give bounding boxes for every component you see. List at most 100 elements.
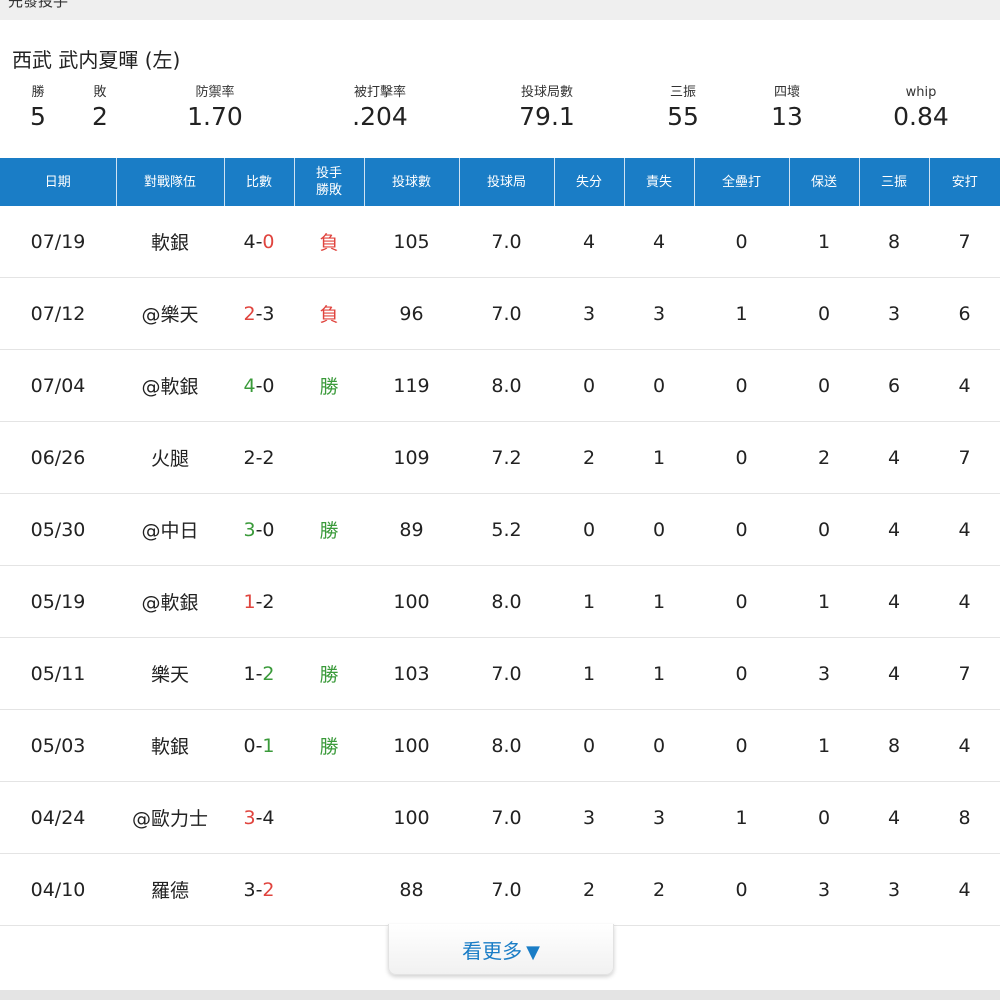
- cell-walks: 0: [789, 277, 859, 350]
- cell-innings: 5.2: [459, 493, 554, 566]
- table-row: 05/30 @中日 3-0 勝 89 5.2 0 0 0 0 4 4: [0, 493, 1000, 566]
- stat-label: 防禦率: [195, 85, 235, 100]
- table-row: 05/03 軟銀 0-1 勝 100 8.0 0 0 0 1 8 4: [0, 709, 1000, 782]
- cell-walks: 1: [789, 709, 859, 782]
- cell-opponent: 軟銀: [116, 709, 224, 782]
- cell-earned-runs: 3: [624, 781, 694, 854]
- cell-date: 07/19: [0, 206, 116, 278]
- cell-innings: 7.0: [459, 277, 554, 350]
- cell-walks: 1: [789, 206, 859, 278]
- stat-strikeouts: 三振 55: [648, 84, 718, 132]
- cell-strikeouts: 8: [859, 206, 929, 278]
- cell-date: 07/12: [0, 277, 116, 350]
- cell-strikeouts: 6: [859, 349, 929, 422]
- stat-label: 勝: [31, 85, 45, 100]
- cell-innings: 7.2: [459, 421, 554, 494]
- cell-opponent: @樂天: [116, 277, 224, 350]
- col-innings: 投球局: [459, 158, 555, 206]
- col-opponent: 對戰隊伍: [116, 158, 225, 206]
- cell-hits: 8: [929, 781, 1000, 854]
- cell-opponent: @歐力士: [116, 781, 224, 854]
- cell-walks: 0: [789, 349, 859, 422]
- cell-pitches: 96: [364, 277, 459, 350]
- cell-score: 2-3: [224, 277, 294, 350]
- stat-label: whip: [905, 85, 937, 100]
- cell-walks: 2: [789, 421, 859, 494]
- cell-innings: 7.0: [459, 781, 554, 854]
- cell-walks: 3: [789, 853, 859, 926]
- score-right: 0: [262, 230, 275, 253]
- cell-hits: 4: [929, 493, 1000, 566]
- cell-strikeouts: 4: [859, 637, 929, 710]
- cell-pitches: 119: [364, 349, 459, 422]
- cell-pitches: 105: [364, 206, 459, 278]
- cell-opponent: @軟銀: [116, 565, 224, 638]
- cell-date: 07/04: [0, 349, 116, 422]
- cell-home-runs: 0: [694, 349, 789, 422]
- cell-decision: 勝: [294, 349, 364, 422]
- col-date: 日期: [0, 158, 117, 206]
- cell-walks: 1: [789, 565, 859, 638]
- cell-score: 2-2: [224, 421, 294, 494]
- cell-decision: 負: [294, 206, 364, 278]
- stat-label: 敗: [93, 85, 107, 100]
- cell-opponent: @軟銀: [116, 349, 224, 422]
- section-header: 先發投手: [0, 0, 1000, 20]
- cell-date: 04/24: [0, 781, 116, 854]
- triangle-down-icon: ▼: [526, 942, 540, 963]
- cell-strikeouts: 4: [859, 781, 929, 854]
- section-title: 先發投手: [8, 0, 69, 10]
- cell-innings: 7.0: [459, 637, 554, 710]
- stat-label: 投球局數: [520, 85, 573, 100]
- table-row: 07/12 @樂天 2-3 負 96 7.0 3 3 1 0 3 6: [0, 277, 1000, 350]
- cell-opponent: 樂天: [116, 637, 224, 710]
- cell-score: 3-2: [224, 853, 294, 926]
- cell-home-runs: 1: [694, 277, 789, 350]
- cell-decision: [294, 781, 364, 854]
- table-row: 05/19 @軟銀 1-2 100 8.0 1 1 0 1 4 4: [0, 565, 1000, 638]
- score-left: 0: [243, 734, 256, 757]
- stat-walks: 四壞 13: [752, 84, 822, 132]
- cell-decision: 勝: [294, 637, 364, 710]
- cell-home-runs: 0: [694, 637, 789, 710]
- cell-hits: 4: [929, 565, 1000, 638]
- score-left: 3: [243, 878, 256, 901]
- stat-value: 0.84: [893, 102, 949, 131]
- stat-losses: 敗 2: [86, 84, 114, 132]
- cell-hits: 4: [929, 349, 1000, 422]
- cell-date: 05/19: [0, 565, 116, 638]
- score-right: 1: [262, 734, 275, 757]
- cell-score: 1-2: [224, 637, 294, 710]
- table-row: 07/04 @軟銀 4-0 勝 119 8.0 0 0 0 0 6 4: [0, 349, 1000, 422]
- bottom-divider: [0, 990, 1000, 1000]
- see-more-button[interactable]: 看更多 ▼: [388, 924, 614, 975]
- score-left: 2: [243, 302, 256, 325]
- cell-pitches: 89: [364, 493, 459, 566]
- score-right: 2: [262, 590, 275, 613]
- cell-runs: 2: [554, 421, 624, 494]
- cell-walks: 3: [789, 637, 859, 710]
- stat-wins: 勝 5: [24, 84, 52, 132]
- cell-runs: 0: [554, 709, 624, 782]
- cell-decision: [294, 853, 364, 926]
- cell-decision: 負: [294, 277, 364, 350]
- score-right: 4: [262, 806, 275, 829]
- cell-decision: 勝: [294, 709, 364, 782]
- cell-date: 04/10: [0, 853, 116, 926]
- cell-earned-runs: 0: [624, 349, 694, 422]
- cell-pitches: 103: [364, 637, 459, 710]
- cell-strikeouts: 4: [859, 421, 929, 494]
- cell-earned-runs: 0: [624, 493, 694, 566]
- cell-pitches: 88: [364, 853, 459, 926]
- table-header-row: 日期 對戰隊伍 比數 投手 勝敗 投球數 投球局 失分 責失 全壘打 保送 三振 …: [0, 158, 1000, 206]
- stat-value: 5: [30, 102, 46, 131]
- cell-runs: 0: [554, 349, 624, 422]
- table-row: 05/11 樂天 1-2 勝 103 7.0 1 1 0 3 4 7: [0, 637, 1000, 710]
- col-strikeouts: 三振: [859, 158, 930, 206]
- table-row: 04/24 @歐力士 3-4 100 7.0 3 3 1 0 4 8: [0, 781, 1000, 854]
- cell-home-runs: 0: [694, 565, 789, 638]
- cell-hits: 6: [929, 277, 1000, 350]
- cell-date: 05/11: [0, 637, 116, 710]
- cell-decision: [294, 421, 364, 494]
- cell-home-runs: 0: [694, 853, 789, 926]
